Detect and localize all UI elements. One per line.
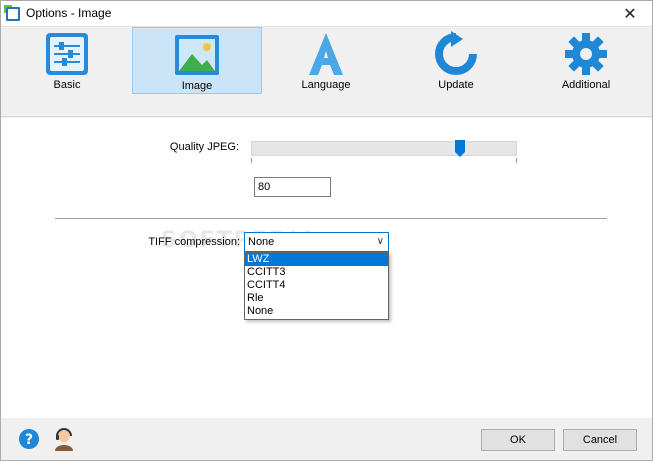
image-icon xyxy=(172,32,222,78)
options-window: Options - Image ✕ Basic Image Language U… xyxy=(0,0,653,461)
tab-additional[interactable]: Additional xyxy=(521,27,651,94)
refresh-icon xyxy=(431,31,481,77)
tiff-compression-label: TIFF compression: xyxy=(148,236,240,248)
tab-label: Update xyxy=(438,79,474,91)
tiff-compression-dropdown: LWZ CCITT3 CCITT4 Rle None xyxy=(244,252,389,320)
options-toolbar: Basic Image Language Update Additional xyxy=(1,27,652,117)
dropdown-option-lwz[interactable]: LWZ xyxy=(245,253,388,266)
dropdown-option-ccitt4[interactable]: CCITT4 xyxy=(245,279,388,292)
tiff-compression-select[interactable]: None ∨ xyxy=(244,232,389,252)
quality-jpeg-label: Quality JPEG: xyxy=(169,141,239,153)
dropdown-option-rle[interactable]: Rle xyxy=(245,292,388,305)
chevron-down-icon: ∨ xyxy=(376,236,384,247)
slider-tick xyxy=(516,158,517,163)
tiff-selected-value: None xyxy=(248,236,275,248)
dropdown-option-none[interactable]: None xyxy=(245,305,388,318)
ok-button[interactable]: OK xyxy=(481,429,555,451)
options-content: Quality JPEG: SOFTPEDIA TIFF compression… xyxy=(1,118,652,418)
window-title: Options - Image xyxy=(26,6,112,20)
sliders-icon xyxy=(42,31,92,77)
slider-thumb[interactable] xyxy=(455,140,465,157)
app-icon xyxy=(4,5,20,21)
dialog-footer: ? OK Cancel xyxy=(1,418,652,460)
tab-label: Language xyxy=(301,79,351,91)
support-agent-icon[interactable] xyxy=(52,427,76,454)
dropdown-option-ccitt3[interactable]: CCITT3 xyxy=(245,266,388,279)
title-bar: Options - Image ✕ xyxy=(1,1,652,27)
tab-basic[interactable]: Basic xyxy=(2,27,132,94)
slider-tick xyxy=(251,158,252,163)
svg-text:?: ? xyxy=(25,432,33,448)
tab-label: Additional xyxy=(561,79,611,91)
close-button[interactable]: ✕ xyxy=(608,1,652,27)
tab-image[interactable]: Image xyxy=(132,27,262,94)
quality-jpeg-input[interactable] xyxy=(254,177,331,197)
tab-language[interactable]: Language xyxy=(261,27,391,94)
separator-line xyxy=(55,218,607,220)
cancel-button[interactable]: Cancel xyxy=(563,429,637,451)
slider-ticks xyxy=(251,158,517,164)
tab-label: Basic xyxy=(53,79,81,91)
gear-icon xyxy=(561,31,611,77)
tab-label: Image xyxy=(181,80,213,92)
tab-update[interactable]: Update xyxy=(391,27,521,94)
help-icon[interactable]: ? xyxy=(18,428,40,453)
letter-a-icon xyxy=(301,31,351,77)
quality-slider[interactable] xyxy=(251,140,517,157)
